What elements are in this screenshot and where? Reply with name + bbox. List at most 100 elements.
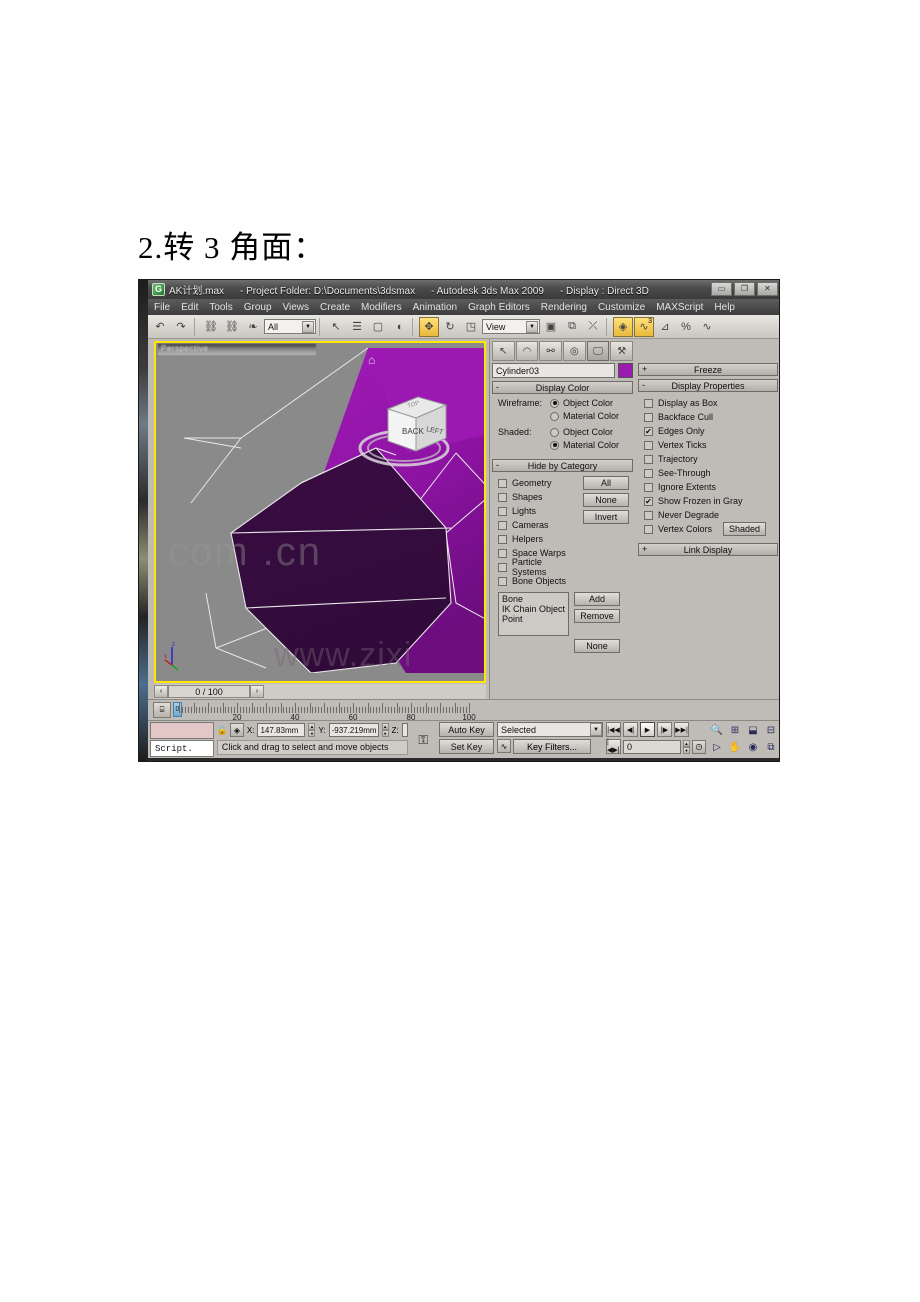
checkbox-icon[interactable] [498, 534, 507, 544]
time-ruler[interactable]: 0 20 40 60 80 100 [173, 700, 779, 720]
category-row-bone-objects[interactable]: Bone Objects [498, 574, 577, 588]
checkbox-icon[interactable] [644, 468, 653, 478]
category-row-geometry[interactable]: Geometry [498, 476, 577, 490]
hide-invert-button[interactable]: Invert [583, 510, 629, 524]
collapse-toggle-icon[interactable]: - [496, 460, 499, 471]
select-and-scale-button[interactable]: ◳ [461, 317, 481, 337]
schematic-view-button[interactable]: ⊿ [655, 317, 675, 337]
link-display-header[interactable]: + Link Display [638, 543, 778, 556]
rectangular-selection-region-button[interactable]: ▢ [368, 317, 388, 337]
checkbox-icon[interactable] [644, 482, 653, 492]
selection-level-combo[interactable]: Selected ▼ [496, 722, 603, 737]
hide-all-button[interactable]: All [583, 476, 629, 490]
select-and-rotate-button[interactable]: ↻ [440, 317, 460, 337]
curve-editor-button[interactable]: ∿ 3 [634, 316, 654, 337]
frame-counter[interactable]: 0 / 100 [168, 685, 250, 698]
layer-manager-button[interactable]: ◈ [613, 316, 633, 337]
mini-listener[interactable]: Script. [150, 722, 214, 757]
checkbox-icon[interactable] [498, 506, 507, 516]
remove-button[interactable]: Remove [574, 609, 621, 623]
display-property-vertex-ticks[interactable]: Vertex Ticks [644, 438, 774, 452]
checkbox-icon[interactable] [498, 520, 507, 530]
checkbox-icon[interactable] [498, 562, 507, 572]
category-row-cameras[interactable]: Cameras [498, 518, 577, 532]
field-of-view-button[interactable]: ▷ [709, 739, 725, 755]
play-animation-button[interactable]: ▶ [639, 722, 655, 737]
vertex-colors-shaded-button[interactable]: Shaded [723, 522, 767, 536]
object-color-swatch[interactable] [618, 363, 633, 378]
set-key-button[interactable]: Set Key [438, 739, 494, 754]
menu-item-customize[interactable]: Customize [598, 302, 645, 313]
y-spinner[interactable]: ▲ ▼ [381, 723, 389, 737]
use-pivot-center-button[interactable]: ▣ [541, 317, 561, 337]
display-property-see-through[interactable]: See-Through [644, 466, 774, 480]
zoom-button[interactable]: 🔍 [709, 722, 725, 738]
home-icon[interactable]: ⌂ [368, 353, 375, 367]
checkbox-icon[interactable] [498, 478, 507, 488]
view-cube[interactable]: BACK LEFT TOP [374, 391, 454, 461]
expand-toggle-icon[interactable]: + [642, 544, 647, 555]
zoom-all-button[interactable]: ⊞ [727, 722, 743, 738]
hide-by-category-header[interactable]: - Hide by Category [492, 459, 633, 472]
undo-button[interactable]: ↶ [150, 317, 170, 337]
menu-item-views[interactable]: Views [283, 302, 310, 313]
key-filter-icon[interactable]: ⌸ [153, 702, 171, 718]
listener-output-pane[interactable] [150, 722, 214, 739]
perspective-viewport[interactable]: BACK LEFT TOP Perspective ⌂ www.zixi z x [154, 341, 486, 683]
menu-item-animation[interactable]: Animation [413, 302, 457, 313]
select-and-link-button[interactable]: ⛓ [201, 317, 221, 337]
go-to-end-button[interactable]: ▶▶| [673, 722, 689, 737]
collapse-toggle-icon[interactable]: - [642, 380, 645, 391]
time-configuration-button[interactable]: ◷ [691, 739, 706, 754]
display-property-backface-cull[interactable]: Backface Cull [644, 410, 774, 424]
category-row-particle-systems[interactable]: Particle Systems [498, 557, 577, 577]
minimize-button[interactable]: ▭ [711, 282, 732, 296]
tab-create[interactable]: ↖ [492, 341, 515, 361]
tab-hierarchy[interactable]: ⚯ [539, 341, 563, 361]
chevron-down-icon[interactable]: ▼ [302, 320, 314, 333]
tab-display[interactable]: 🖵 [586, 341, 610, 361]
tab-utilities[interactable]: ⚒ [610, 341, 634, 361]
maximize-viewport-toggle-button[interactable]: ⧉ [763, 739, 779, 755]
key-mode-toggle-button[interactable]: |◀▶| [605, 739, 621, 754]
time-slider[interactable]: 0 [173, 702, 182, 717]
checkbox-icon[interactable] [644, 524, 653, 534]
align-button[interactable]: ⤫ [583, 317, 603, 337]
select-by-name-button[interactable]: ☰ [347, 317, 367, 337]
track-bar[interactable]: ⌸ 0 20 40 60 80 100 [148, 699, 779, 720]
restore-button[interactable]: ❐ [734, 282, 755, 296]
radio-icon[interactable] [550, 411, 559, 421]
checkbox-icon[interactable] [644, 398, 653, 408]
display-property-trajectory[interactable]: Trajectory [644, 452, 774, 466]
menu-item-help[interactable]: Help [714, 302, 735, 313]
shaded-object-color-option[interactable]: Object Color [550, 427, 619, 437]
lock-icon[interactable]: 🔒 [217, 725, 228, 736]
hide-object-listbox[interactable]: Bone IK Chain Object Point [498, 592, 570, 636]
next-frame-arrow-button[interactable]: › [250, 685, 264, 698]
next-frame-button[interactable]: |▶ [656, 722, 672, 737]
menu-item-rendering[interactable]: Rendering [541, 302, 587, 313]
zoom-extents-all-button[interactable]: ⊟ [763, 722, 779, 738]
radio-icon[interactable] [550, 427, 559, 437]
unlink-selection-button[interactable]: ⛓ [222, 317, 242, 337]
display-color-header[interactable]: - Display Color [492, 381, 633, 394]
list-item[interactable]: Bone [502, 594, 565, 604]
redo-button[interactable]: ↷ [171, 317, 191, 337]
menu-item-create[interactable]: Create [320, 302, 350, 313]
shaded-material-color-option[interactable]: Material Color [550, 440, 619, 450]
menu-item-file[interactable]: File [154, 302, 170, 313]
checkbox-icon[interactable]: ✔ [644, 426, 653, 436]
category-row-shapes[interactable]: Shapes [498, 490, 577, 504]
tab-modify[interactable]: ◠ [515, 341, 539, 361]
list-item[interactable]: Point [502, 614, 565, 624]
orbit-button[interactable]: ◉ [745, 739, 761, 755]
checkbox-icon[interactable] [644, 454, 653, 464]
listener-input-pane[interactable]: Script. [150, 740, 214, 757]
radio-icon[interactable] [550, 440, 559, 450]
chevron-down-icon[interactable]: ▼ [526, 320, 538, 333]
select-and-move-button[interactable]: ✥ [419, 316, 439, 337]
close-button[interactable]: ✕ [757, 282, 778, 296]
go-to-start-button[interactable]: |◀◀ [605, 722, 621, 737]
display-property-ignore-extents[interactable]: Ignore Extents [644, 480, 774, 494]
checkbox-icon[interactable] [644, 412, 653, 422]
